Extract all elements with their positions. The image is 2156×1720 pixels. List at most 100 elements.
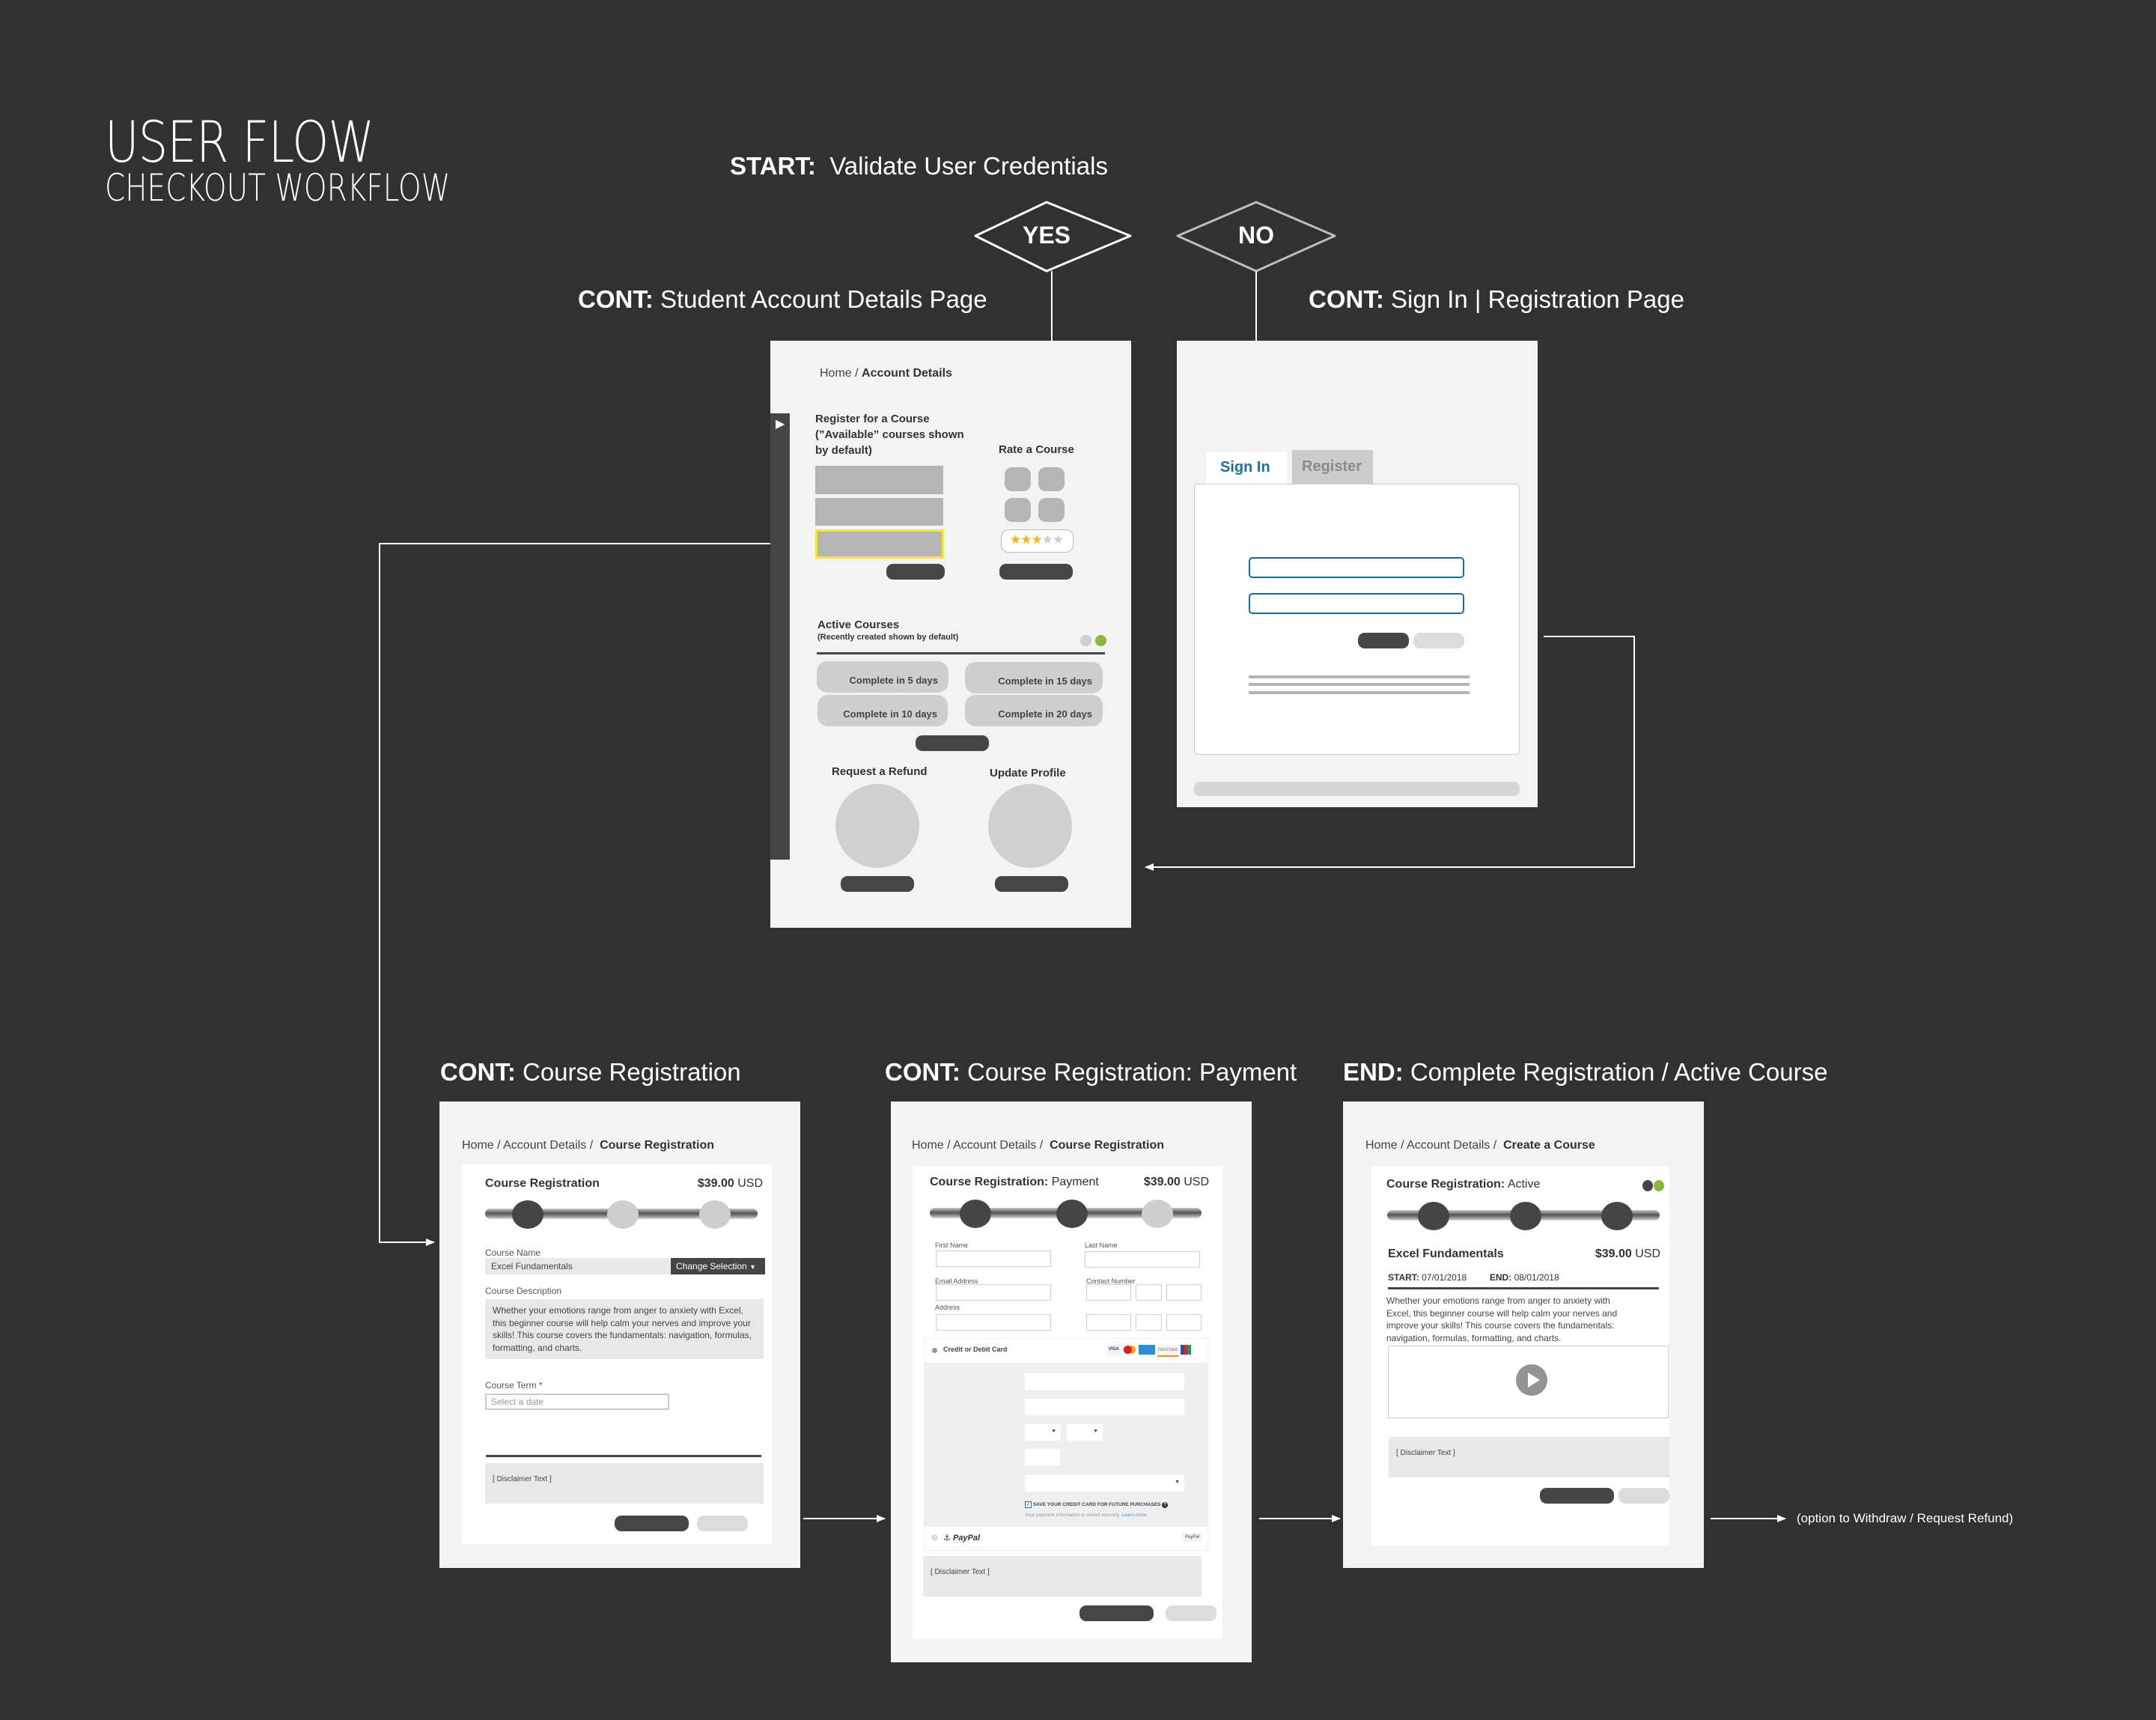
refund-heading: Request a Refund: [832, 765, 928, 778]
section-divider: [1388, 1287, 1659, 1289]
save-card-checkbox-row[interactable]: ✓ SAVE YOUR CREDIT CARD FOR FUTURE PURCH…: [1025, 1501, 1169, 1509]
heading-bold: Course Registration:: [930, 1176, 1049, 1188]
address-zip-input[interactable]: [1166, 1314, 1202, 1331]
profile-heading: Update Profile: [990, 767, 1066, 780]
learn-more-link[interactable]: Learn more.: [1121, 1513, 1148, 1518]
breadcrumb-current: Create a Course: [1503, 1139, 1595, 1152]
tab-sign-in[interactable]: Sign In: [1206, 452, 1287, 485]
email-input[interactable]: [936, 1284, 1051, 1301]
text-line-placeholder: [1249, 675, 1470, 678]
footer-bar: [1194, 782, 1520, 796]
pay-button[interactable]: [1079, 1605, 1154, 1621]
password-input[interactable]: [1249, 593, 1464, 614]
card-number-input[interactable]: [1025, 1373, 1184, 1390]
start-prefix: START:: [730, 152, 816, 180]
play-button-icon[interactable]: [1516, 1364, 1547, 1396]
expiry-year-select[interactable]: ▼: [1067, 1424, 1103, 1441]
active-course-tile[interactable]: Complete in 15 days: [965, 662, 1103, 693]
radio-selected-icon[interactable]: [932, 1348, 937, 1353]
available-course-item-selected[interactable]: [815, 529, 944, 559]
course-term-label: Course Term *: [485, 1380, 542, 1391]
continue-button[interactable]: [615, 1516, 689, 1531]
signin-form-panel: [1194, 484, 1520, 755]
paypal-option-row[interactable]: ⚓ PayPal PayPal: [924, 1526, 1208, 1551]
phone-prefix-input[interactable]: [1136, 1284, 1162, 1301]
expiry-month-select[interactable]: ▼: [1025, 1424, 1061, 1441]
start-label: START:: [1388, 1272, 1419, 1283]
end-date: 08/01/2018: [1514, 1272, 1559, 1283]
register-heading-line: by default): [815, 444, 872, 457]
active-course-tile[interactable]: Complete in 5 days: [817, 661, 948, 693]
end-label: END:: [1489, 1272, 1512, 1283]
course-thumb[interactable]: [1038, 498, 1065, 522]
help-icon[interactable]: ?: [1162, 1502, 1169, 1509]
disclaimer: [ Disclaimer Text ]: [1389, 1437, 1669, 1477]
price-currency: USD: [1635, 1248, 1660, 1260]
update-profile-button[interactable]: [995, 876, 1068, 892]
toggle-on-dot[interactable]: [1095, 635, 1106, 646]
jcb-logo-icon: [1181, 1345, 1192, 1355]
save-card-label: SAVE YOUR CREDIT CARD FOR FUTURE PURCHAS…: [1032, 1502, 1161, 1508]
checkbox-checked-icon[interactable]: ✓: [1025, 1501, 1032, 1508]
billing-country-select[interactable]: ▼: [1025, 1475, 1184, 1492]
phone-line-input[interactable]: [1166, 1284, 1202, 1301]
view-courses-button[interactable]: [916, 735, 989, 751]
withdraw-button[interactable]: [1540, 1488, 1614, 1504]
change-selection-dropdown[interactable]: Change Selection ▼: [671, 1258, 765, 1274]
card-brand-logos: VISA DISCOVER: [1107, 1345, 1192, 1357]
active-course-tile[interactable]: Complete in 20 days: [965, 695, 1103, 726]
toggle-off-dot[interactable]: [1080, 635, 1091, 646]
breadcrumb-path[interactable]: Home / Account Details /: [462, 1139, 593, 1152]
request-refund-button[interactable]: [1618, 1488, 1669, 1504]
no-label: NO: [1238, 222, 1274, 249]
course-name-field[interactable]: Excel Fundamentals: [485, 1258, 671, 1274]
star-rating[interactable]: ★★★★★: [1001, 529, 1074, 553]
breadcrumb-home[interactable]: Home /: [820, 367, 859, 380]
first-name-input[interactable]: [936, 1251, 1051, 1267]
progress-step-complete: [1418, 1202, 1449, 1230]
refund-button[interactable]: [841, 876, 914, 892]
course-term-date-input[interactable]: Select a date: [485, 1394, 669, 1410]
step-prefix: CONT:: [440, 1058, 516, 1086]
cancel-button[interactable]: [1413, 633, 1464, 648]
cvv-input[interactable]: [1025, 1449, 1060, 1465]
last-name-label: Last Name: [1085, 1242, 1118, 1249]
cancel-button[interactable]: [1166, 1605, 1216, 1621]
signin-step-label: CONT: Sign In | Registration Page: [1309, 285, 1684, 314]
caret-down-icon: ▼: [749, 1263, 756, 1271]
course-thumb[interactable]: [1005, 498, 1031, 522]
breadcrumb-path[interactable]: Home / Account Details /: [1365, 1139, 1496, 1152]
phone-area-input[interactable]: [1086, 1284, 1131, 1301]
last-name-input[interactable]: [1085, 1251, 1200, 1268]
course-thumb[interactable]: [1005, 467, 1031, 491]
toggle-on-dot[interactable]: [1654, 1180, 1664, 1191]
card-option-row[interactable]: Credit or Debit Card VISA DISCOVER: [924, 1338, 1208, 1364]
radio-unselected-icon[interactable]: [931, 1534, 938, 1541]
active-course-tile[interactable]: Complete in 10 days: [817, 695, 948, 726]
username-input[interactable]: [1249, 557, 1464, 578]
profile-image-placeholder: [988, 784, 1072, 868]
course-video-player[interactable]: [1388, 1346, 1669, 1418]
course-thumb[interactable]: [1038, 467, 1065, 491]
register-button[interactable]: [886, 564, 945, 580]
card-name-input[interactable]: [1025, 1399, 1184, 1415]
register-heading-line: (”Available” courses shown: [815, 428, 964, 441]
available-course-item[interactable]: [815, 466, 943, 494]
breadcrumb-path[interactable]: Home / Account Details /: [912, 1139, 1043, 1152]
toggle-off-dot[interactable]: [1642, 1180, 1653, 1191]
cancel-button[interactable]: [697, 1516, 748, 1531]
progress-step-complete: [960, 1200, 991, 1228]
address-input[interactable]: [936, 1314, 1051, 1331]
address-state-input[interactable]: [1136, 1314, 1162, 1331]
account-details-page: ▶ Home / Account Details Register for a …: [770, 341, 1131, 928]
step-prefix: CONT:: [885, 1058, 960, 1086]
sidebar-drawer[interactable]: ▶: [770, 413, 790, 860]
step-prefix: CONT:: [578, 285, 654, 313]
address-city-input[interactable]: [1086, 1314, 1131, 1331]
tab-register[interactable]: Register: [1292, 450, 1373, 484]
available-course-item[interactable]: [815, 498, 943, 526]
payment-page: Home / Account Details / Course Registra…: [891, 1101, 1252, 1662]
sign-in-button[interactable]: [1358, 633, 1409, 648]
signin-page: Sign In Register: [1177, 341, 1538, 807]
rate-button[interactable]: [999, 564, 1073, 580]
